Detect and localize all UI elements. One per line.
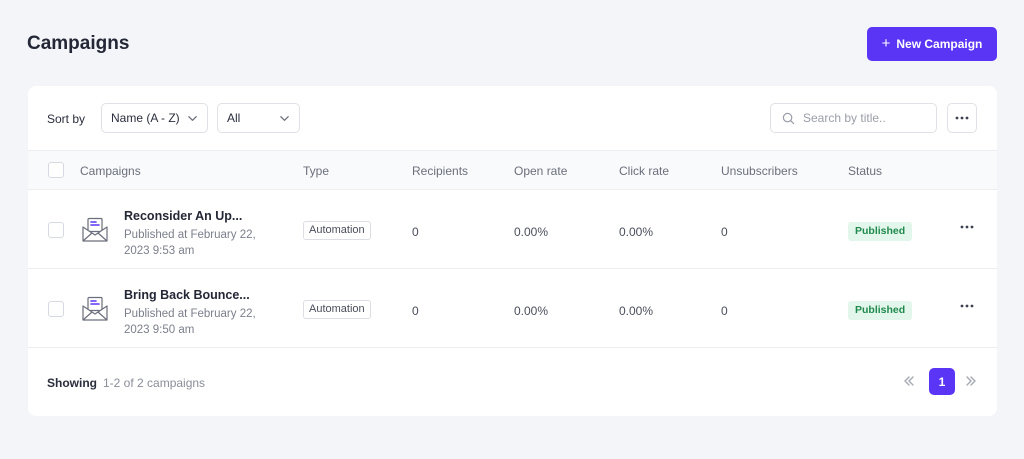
open-rate-value: 0.00% [514,304,549,318]
row-checkbox[interactable] [48,301,64,317]
search-box [770,103,937,133]
unsubscribers-value: 0 [721,304,728,318]
column-header-campaigns[interactable]: Campaigns [80,164,141,178]
page-title: Campaigns [27,33,130,54]
more-icon[interactable] [960,304,974,308]
new-campaign-button[interactable]: + New Campaign [867,27,997,61]
showing-count: 1-2 of 2 campaigns [103,376,206,390]
status-badge: Published [848,301,913,320]
more-icon [955,116,969,120]
new-campaign-label: New Campaign [896,37,983,51]
published-date: Published at February 22, 2023 9:50 am [124,308,256,336]
sort-select-value: Name (A - Z) [111,111,180,125]
row-checkbox[interactable] [48,222,64,238]
column-header-status[interactable]: Status [848,164,882,178]
status-badge: Published [848,222,913,241]
toolbar: Sort by Name (A - Z) All [28,86,997,150]
published-date: Published at February 22, 2023 9:53 am [124,229,256,257]
open-rate-value: 0.00% [514,225,549,239]
unsubscribers-value: 0 [721,225,728,239]
double-chevron-left-icon[interactable] [902,374,916,388]
recipients-value: 0 [412,304,419,318]
column-header-open-rate[interactable]: Open rate [514,164,567,178]
column-header-unsubscribers[interactable]: Unsubscribers [721,164,798,178]
more-options-button[interactable] [947,103,977,133]
double-chevron-right-icon[interactable] [964,374,978,388]
table-header: Campaigns Type Recipients Open rate Clic… [28,150,997,190]
search-input[interactable] [803,111,923,125]
sort-label: Sort by [47,112,86,126]
filter-select[interactable]: All [217,103,300,133]
column-header-recipients[interactable]: Recipients [412,164,468,178]
table-row[interactable]: Bring Back Bounce... Published at Februa… [28,269,997,348]
type-badge: Automation [303,300,371,319]
campaigns-card: Sort by Name (A - Z) All Campaigns Type … [28,86,997,416]
type-badge: Automation [303,221,371,240]
select-all-checkbox[interactable] [48,162,64,178]
mail-icon [82,217,108,242]
column-header-click-rate[interactable]: Click rate [619,164,669,178]
sort-select[interactable]: Name (A - Z) [101,103,208,133]
more-icon[interactable] [960,225,974,229]
recipients-value: 0 [412,225,419,239]
campaign-title-link[interactable]: Bring Back Bounce... [124,288,250,302]
column-header-type[interactable]: Type [303,164,329,178]
chevron-down-icon [280,116,289,121]
filter-select-value: All [227,111,241,125]
chevron-down-icon [188,116,197,121]
table-footer: Showing 1-2 of 2 campaigns 1 [28,348,997,416]
mail-icon [82,296,108,321]
click-rate-value: 0.00% [619,304,654,318]
plus-icon: + [881,35,891,52]
showing-label: Showing [47,376,97,390]
click-rate-value: 0.00% [619,225,654,239]
table-row[interactable]: Reconsider An Up... Published at Februar… [28,190,997,269]
campaign-title-link[interactable]: Reconsider An Up... [124,209,242,223]
search-icon [782,112,795,124]
page-button-current[interactable]: 1 [929,368,955,395]
